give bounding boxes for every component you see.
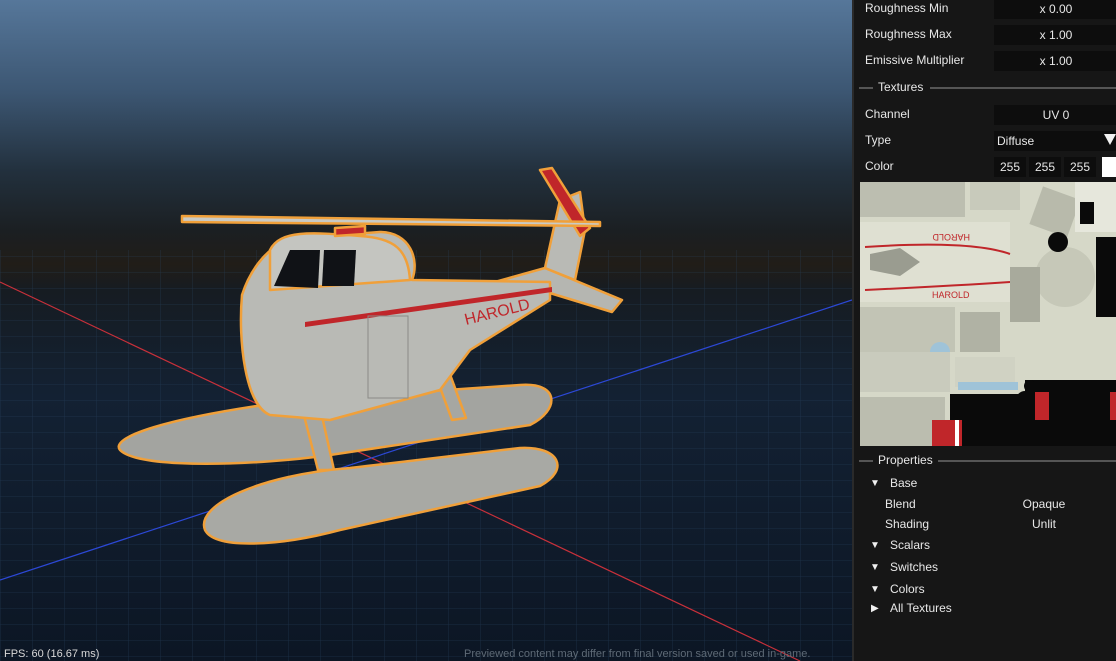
properties-section-header[interactable]: Properties [854,453,1116,469]
3d-viewport[interactable]: HAROLD FPS: 60 (16.67 ms) Previewed cont… [0,0,852,661]
main-rotor [180,214,602,228]
expand-down-icon: ▼ [870,540,880,551]
dropdown-arrow-icon [1104,134,1116,145]
channel-row: Channel UV 0 [854,104,1116,126]
tree-node-colors-label: Colors [890,582,925,596]
color-b-input[interactable]: 255 [1064,157,1096,177]
expand-down-icon: ▼ [870,562,880,573]
channel-input[interactable]: UV 0 [994,105,1116,125]
roughness-min-label: Roughness Min [865,1,949,15]
shading-row: Shading Unlit [854,516,1116,534]
roughness-min-input[interactable]: x 0.00 [994,0,1116,19]
tree-node-scalars-label: Scalars [890,538,931,552]
emissive-multiplier-row: Emissive Multiplier x 1.00 [854,50,1116,72]
color-r-input[interactable]: 255 [994,157,1026,177]
tree-node-switches-label: Switches [890,560,939,574]
atlas-decal-1: HAROLD [932,232,970,242]
shading-label: Shading [885,517,930,531]
preview-notice: Previewed content may differ from final … [464,648,811,660]
properties-section-title: Properties [878,453,933,467]
blend-label: Blend [885,497,916,511]
shading-value[interactable]: Unlit [994,517,1094,531]
fps-counter: FPS: 60 (16.67 ms) [4,648,100,660]
material-panel: Roughness Min x 0.00 Roughness Max x 1.0… [852,0,1116,661]
channel-label: Channel [865,107,910,121]
tree-node-all-textures[interactable]: ▶ All Textures [854,600,1116,618]
color-row: Color 255 255 255 [854,156,1116,178]
texture-atlas: HAROLD HAROLD [860,182,1116,446]
color-label: Color [865,159,894,173]
emissive-multiplier-input[interactable]: x 1.00 [994,51,1116,71]
tree-node-base[interactable]: ▼ Base [854,475,1116,493]
type-label: Type [865,133,892,147]
type-dropdown[interactable]: Diffuse [994,131,1116,151]
type-row: Type Diffuse [854,130,1116,152]
expand-down-icon: ▼ [870,584,880,595]
color-swatch[interactable] [1102,157,1116,177]
roughness-max-row: Roughness Max x 1.00 [854,24,1116,46]
textures-section-header[interactable]: Textures [854,80,1116,96]
divider [930,87,1116,89]
tree-node-scalars[interactable]: ▼ Scalars [854,537,1116,555]
roughness-min-row: Roughness Min x 0.00 [854,0,1116,20]
scene: HAROLD [0,166,852,661]
expand-right-icon: ▶ [871,603,879,614]
divider [859,460,873,462]
window-right [322,250,356,286]
divider [859,87,873,89]
blend-row: Blend Opaque [854,496,1116,514]
atlas-decal-2: HAROLD [932,290,970,300]
divider [938,460,1116,462]
rotor-hub [333,224,367,238]
type-dropdown-value: Diffuse [997,134,1035,148]
tree-node-switches[interactable]: ▼ Switches [854,559,1116,577]
tree-node-all-textures-label: All Textures [890,601,952,615]
emissive-multiplier-label: Emissive Multiplier [865,53,965,67]
roughness-max-input[interactable]: x 1.00 [994,25,1116,45]
color-g-input[interactable]: 255 [1029,157,1061,177]
texture-preview: HAROLD HAROLD [860,182,1116,446]
textures-section-title: Textures [878,80,924,94]
tree-node-colors[interactable]: ▼ Colors [854,581,1116,599]
blend-value[interactable]: Opaque [994,497,1094,511]
roughness-max-label: Roughness Max [865,27,952,41]
expand-down-icon: ▼ [870,478,880,489]
tree-node-base-label: Base [890,476,918,490]
